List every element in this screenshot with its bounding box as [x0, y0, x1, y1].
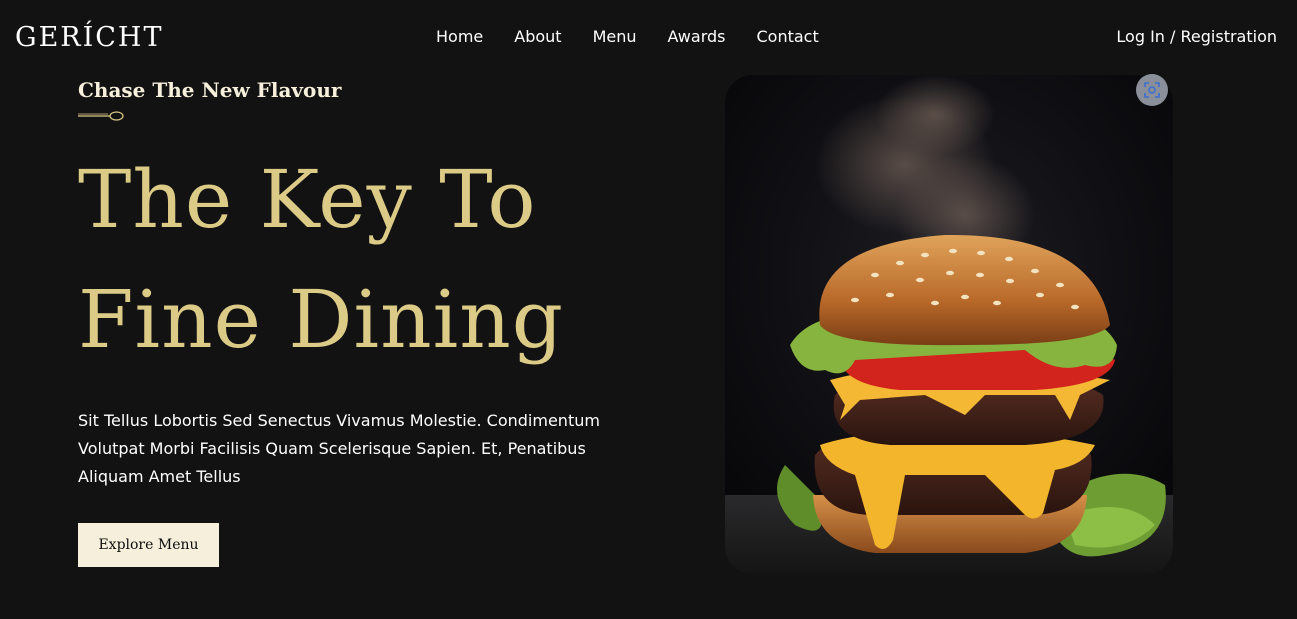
- main-nav: Home About Menu Awards Contact: [436, 27, 819, 46]
- nav-awards[interactable]: Awards: [668, 27, 726, 46]
- hero-subtitle: Chase The New Flavour: [78, 78, 342, 102]
- visual-search-button[interactable]: [1136, 74, 1168, 106]
- spoon-icon: [78, 111, 124, 121]
- login-registration-link[interactable]: Log In / Registration: [1116, 27, 1277, 46]
- hero-description: Sit Tellus Lobortis Sed Senectus Vivamus…: [78, 411, 600, 486]
- nav-about[interactable]: About: [514, 27, 561, 46]
- explore-menu-button[interactable]: Explore Menu: [78, 523, 219, 567]
- hero-title: The Key To Fine Dining: [78, 140, 564, 380]
- nav-menu[interactable]: Menu: [593, 27, 637, 46]
- brand-logo[interactable]: GERÍCHT: [15, 22, 164, 53]
- visual-search-icon: [1144, 82, 1160, 98]
- burger-illustration: [725, 75, 1173, 575]
- hero-title-line-1: The Key To: [78, 153, 537, 246]
- nav-home[interactable]: Home: [436, 27, 483, 46]
- hero-title-line-2: Fine Dining: [78, 273, 564, 366]
- burger-photo: [725, 75, 1173, 575]
- nav-contact[interactable]: Contact: [756, 27, 818, 46]
